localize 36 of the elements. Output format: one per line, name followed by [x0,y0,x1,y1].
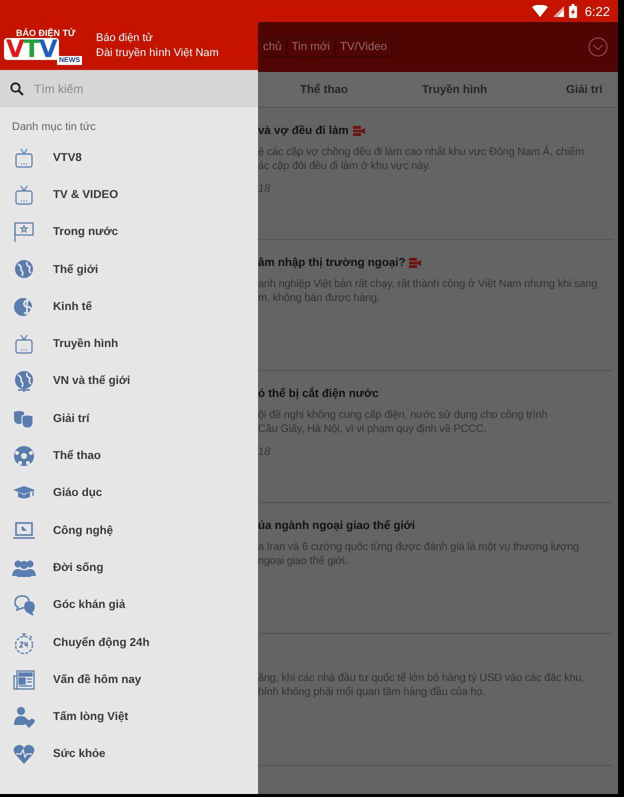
menu-item[interactable]: TV & VIDEO [0,176,258,214]
drawer-title: Báo điện tử [96,31,154,46]
newspaper-icon [12,668,36,692]
soccer-ball-icon [12,444,36,468]
search-bar[interactable]: Tìm kiếm [0,70,258,107]
menu-item[interactable]: Sức khỏe [0,736,258,774]
menu-item[interactable]: Truyền hình [0,325,258,363]
menu-item[interactable]: Vấn đề hôm nay [0,661,258,698]
menu-item[interactable]: Tấm lòng Việt [0,698,258,736]
menu-item[interactable]: Trong nước [0,214,258,251]
search-icon [10,82,24,96]
wifi-icon [532,5,548,17]
chat-icon [12,593,36,618]
menu-item[interactable]: Chuyển động 24h [0,624,258,662]
menu-item[interactable]: Kinh tế [0,288,258,326]
menu-item[interactable]: VN và thế giới [0,362,258,400]
status-time: 6:22 [584,4,610,18]
heart-icon [12,742,36,766]
person-heart-icon [12,705,36,730]
drawer-subtitle: Đài truyền hình Việt Nam [96,46,219,61]
battery-icon [568,4,577,18]
menu-item[interactable]: Giáo dục [0,474,258,512]
search-field[interactable]: Tìm kiếm [32,80,236,96]
section-heading: Danh mục tin tức [11,120,97,135]
menu-item[interactable]: Đời sống [0,549,258,587]
flag-icon [12,220,36,244]
signal-icon [552,6,564,16]
menu-item[interactable]: Góc khán giả [0,586,258,624]
menu-item[interactable]: Giải trí [0,400,258,438]
menu-item[interactable]: Thể thao [0,437,258,475]
menu-item[interactable]: VTV8 [0,139,258,176]
globe-icon [12,369,36,394]
menu-item[interactable]: Thế giới [0,250,258,288]
stopwatch-icon [12,630,36,654]
chevron-down-icon[interactable] [588,37,608,57]
menu-item[interactable]: Công nghệ [0,512,258,550]
